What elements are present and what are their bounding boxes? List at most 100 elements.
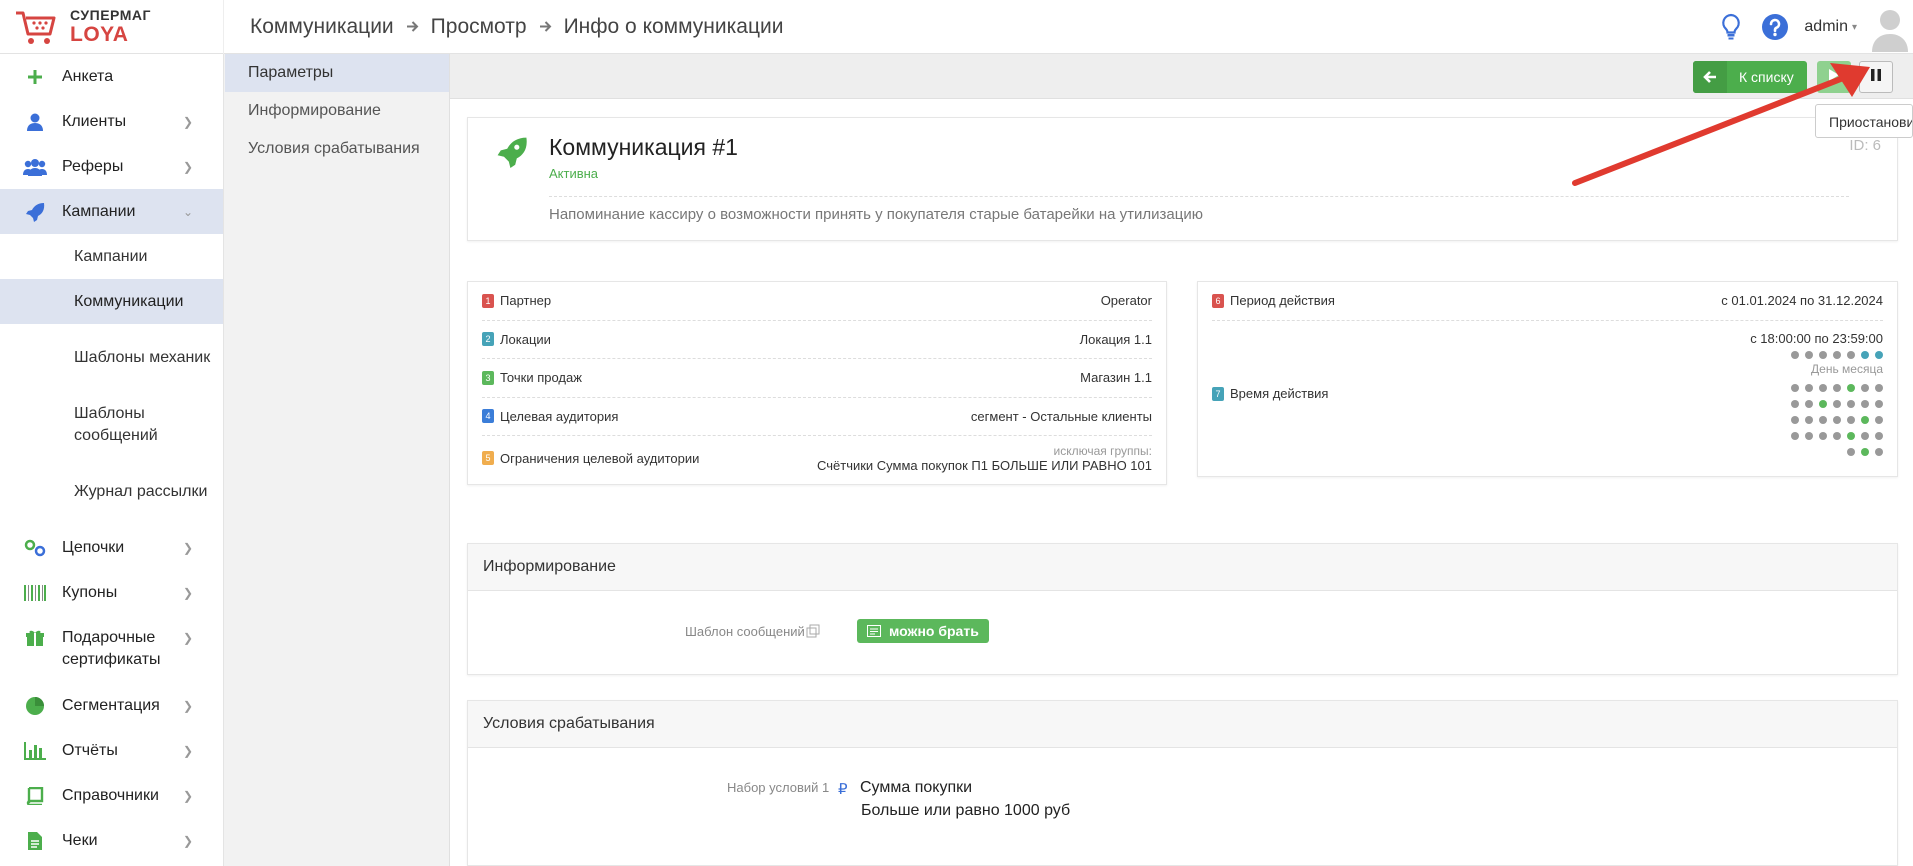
month-dot-row — [1785, 400, 1883, 408]
user-menu[interactable]: admin ▾ — [1804, 18, 1857, 36]
copy-icon[interactable] — [806, 624, 820, 643]
sidebar-subitem-mechanic-templates[interactable]: Шаблоны механик — [0, 324, 223, 391]
property-row-time: 7 Время действия с 18:00:00 по 23:59:00 Д… — [1212, 321, 1883, 461]
sidebar-item-clients[interactable]: Клиенты ❯ — [0, 99, 223, 144]
sidebar-item-references[interactable]: Справочники ❯ — [0, 773, 223, 818]
message-template-tag[interactable]: можно брать — [857, 619, 989, 643]
sidebar-subitem-communications[interactable]: Коммуникации — [0, 279, 223, 324]
breadcrumb-item-communications[interactable]: Коммуникации — [250, 15, 394, 39]
time-range: с 18:00:00 по 23:59:00 — [1750, 331, 1883, 346]
month-day-dot — [1833, 400, 1841, 408]
logo[interactable]: СУПЕРМАГ LOYA — [0, 0, 224, 54]
month-day-dot — [1833, 416, 1841, 424]
month-day-dot — [1875, 432, 1883, 440]
schedule-grid: с 18:00:00 по 23:59:00 День месяца — [1750, 331, 1883, 456]
chevron-right-icon: ❯ — [182, 540, 193, 555]
properties-card: 1 Партнер Operator 2 Локации Локация 1.1 3… — [467, 281, 1167, 485]
brand-line1: СУПЕРМАГ — [70, 7, 151, 23]
sidebar-subitem-mailing-log[interactable]: Журнал рассылки — [0, 458, 223, 525]
receipt-icon — [22, 831, 48, 851]
month-day-dot — [1805, 432, 1813, 440]
property-label: Период действия — [1230, 293, 1335, 309]
conditions-section: Условия срабатывания Набор условий 1 ₽ С… — [467, 700, 1898, 866]
month-day-dot — [1875, 416, 1883, 424]
message-icon — [867, 625, 881, 637]
property-label: Партнер — [500, 293, 552, 309]
month-day-dot — [1847, 432, 1855, 440]
month-day-dot — [1847, 448, 1855, 456]
sidebar-item-reports[interactable]: Отчёты ❯ — [0, 728, 223, 773]
month-day-label: День месяца — [1811, 362, 1883, 376]
sidebar-item-receipts[interactable]: Чеки ❯ — [0, 818, 223, 863]
sidebar-item-campaigns[interactable]: Кампании ⌄ — [0, 189, 223, 234]
property-label: Точки продаж — [500, 370, 582, 386]
pause-button[interactable] — [1859, 61, 1893, 93]
sidebar-item-label: Цепочки — [62, 538, 125, 556]
sidebar-item-segmentation[interactable]: Сегментация ❯ — [0, 683, 223, 728]
section-nav: Параметры Информирование Условия срабаты… — [225, 54, 450, 866]
month-day-dot — [1875, 400, 1883, 408]
rocket-icon — [22, 202, 48, 222]
month-day-dot — [1847, 400, 1855, 408]
chevron-right-icon: ❯ — [182, 114, 193, 129]
user-name: admin — [1804, 18, 1848, 35]
chevron-right-icon: ❯ — [182, 159, 193, 174]
chevron-right-icon: ❯ — [182, 698, 193, 713]
month-day-dot — [1805, 416, 1813, 424]
start-button[interactable] — [1817, 61, 1851, 93]
sidebar-subitem-message-templates[interactable]: Шаблоны сообщений — [0, 391, 223, 458]
barcode-icon — [22, 584, 48, 601]
sidebar-item-label: Клиенты — [62, 112, 127, 130]
divider — [549, 196, 1849, 197]
chevron-right-icon: ❯ — [182, 585, 193, 600]
help-icon[interactable] — [1760, 12, 1790, 42]
message-template-name: можно брать — [889, 623, 979, 639]
sidebar-subitem-campaigns[interactable]: Кампании — [0, 234, 223, 279]
weekday-dot — [1875, 351, 1883, 359]
month-day-dot — [1819, 432, 1827, 440]
communication-description: Напоминание кассиру о возможности принят… — [549, 206, 1203, 223]
breadcrumb-item-view[interactable]: Просмотр — [431, 15, 527, 39]
rocket-icon — [496, 136, 528, 173]
plus-icon — [22, 69, 48, 85]
section-tab-parameters[interactable]: Параметры — [225, 54, 449, 92]
book-icon — [22, 786, 48, 805]
month-day-dot — [1791, 400, 1799, 408]
section-tab-notification[interactable]: Информирование — [225, 92, 449, 130]
number-badge: 4 — [482, 409, 494, 424]
sidebar-item-label: Кампании — [62, 202, 136, 220]
sidebar-item-gift-certificates[interactable]: Подарочные сертификаты ❯ — [0, 615, 223, 683]
message-template-label: Шаблон сообщений — [685, 624, 805, 639]
month-day-dot — [1833, 432, 1841, 440]
breadcrumb: Коммуникации Просмотр Инфо о коммуникаци… — [250, 15, 783, 39]
user-icon — [22, 113, 48, 131]
brand-line2: LOYA — [70, 23, 129, 46]
pause-tooltip: Приостановить — [1815, 104, 1913, 138]
sidebar-item-chains[interactable]: Цепочки ❯ — [0, 525, 223, 570]
sidebar-item-anketa[interactable]: Анкета — [0, 54, 223, 99]
property-label: Время действия — [1230, 386, 1329, 401]
sidebar-item-coupons[interactable]: Купоны ❯ — [0, 570, 223, 615]
sidebar-item-referrers[interactable]: Рефеpы ❯ — [0, 144, 223, 189]
section-title: Информирование — [468, 544, 1897, 591]
property-row-locations: 2 Локации Локация 1.1 — [482, 321, 1152, 359]
month-day-dots — [1785, 376, 1883, 456]
play-icon — [1828, 68, 1840, 87]
property-row-period: 6 Период действия с 01.01.2024 по 31.12.2… — [1212, 282, 1883, 321]
property-value: Operator — [1100, 293, 1152, 309]
month-day-dot — [1819, 384, 1827, 392]
lightbulb-icon[interactable] — [1716, 12, 1746, 42]
communication-id: ID: 6 — [1849, 137, 1881, 154]
caret-down-icon: ▾ — [1851, 21, 1857, 33]
number-badge: 1 — [482, 293, 494, 308]
month-day-dot — [1847, 384, 1855, 392]
condition-name: Сумма покупки — [860, 779, 973, 796]
breadcrumb-item-info: Инфо о коммуникации — [563, 14, 784, 38]
bar-chart-icon — [22, 741, 48, 760]
back-to-list-button[interactable]: К списку — [1693, 61, 1807, 93]
avatar[interactable] — [1867, 2, 1913, 52]
ruble-icon: ₽ — [838, 781, 848, 798]
section-tab-conditions[interactable]: Условия срабатывания — [225, 130, 449, 168]
property-value: Локация 1.1 — [1079, 331, 1152, 347]
number-badge: 2 — [482, 332, 494, 347]
